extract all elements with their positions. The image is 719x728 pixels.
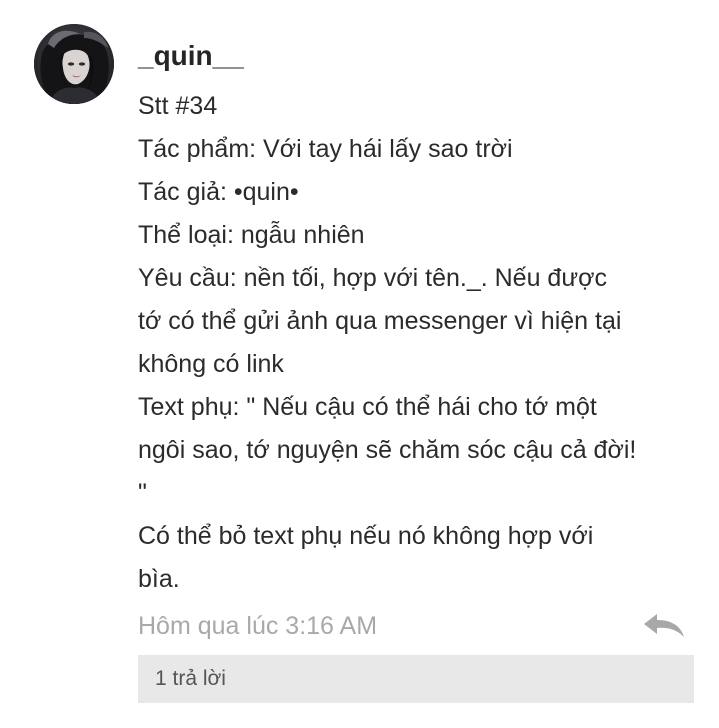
comment-line: không có link (138, 350, 284, 378)
comment-line: tớ có thể gửi ảnh qua messenger vì hiện … (138, 307, 622, 335)
replies-count-label: 1 trả lời (155, 667, 226, 690)
comment-line: ngôi sao, tớ nguyện sẽ chăm sóc cậu cả đ… (138, 436, 637, 464)
comment-line: Yêu cầu: nền tối, hợp với tên._. Nếu đượ… (138, 264, 607, 292)
comment-content: _quin__ Stt #34 Tác phẩm: Với tay hái lấ… (138, 36, 703, 601)
comment-line: " (138, 479, 147, 507)
comment-line: Tác phẩm: Với tay hái lấy sao trời (138, 135, 513, 163)
comment-body: Stt #34 Tác phẩm: Với tay hái lấy sao tr… (138, 85, 703, 601)
comment-line: Stt #34 (138, 92, 218, 120)
timestamp[interactable]: Hôm qua lúc 3:16 AM (138, 606, 377, 646)
comment-line: Có thể bỏ text phụ nếu nó không hợp với (138, 522, 594, 550)
comment-meta: Hôm qua lúc 3:16 AM (138, 606, 694, 646)
comment-line: bìa. (138, 565, 180, 593)
comment-line: Tác giả: •quin• (138, 178, 299, 206)
avatar-image (34, 24, 114, 104)
comment-line: Text phụ: " Nếu cậu có thể hái cho tớ mộ… (138, 393, 597, 421)
username[interactable]: _quin__ (138, 36, 703, 76)
reply-arrow-icon (644, 614, 684, 637)
comment-line: Thể loại: ngẫu nhiên (138, 221, 365, 249)
view-replies-button[interactable]: 1 trả lời (138, 655, 694, 703)
avatar[interactable] (34, 24, 114, 104)
comment-card: _quin__ Stt #34 Tác phẩm: Với tay hái lấ… (0, 0, 719, 728)
reply-button[interactable] (642, 612, 686, 640)
